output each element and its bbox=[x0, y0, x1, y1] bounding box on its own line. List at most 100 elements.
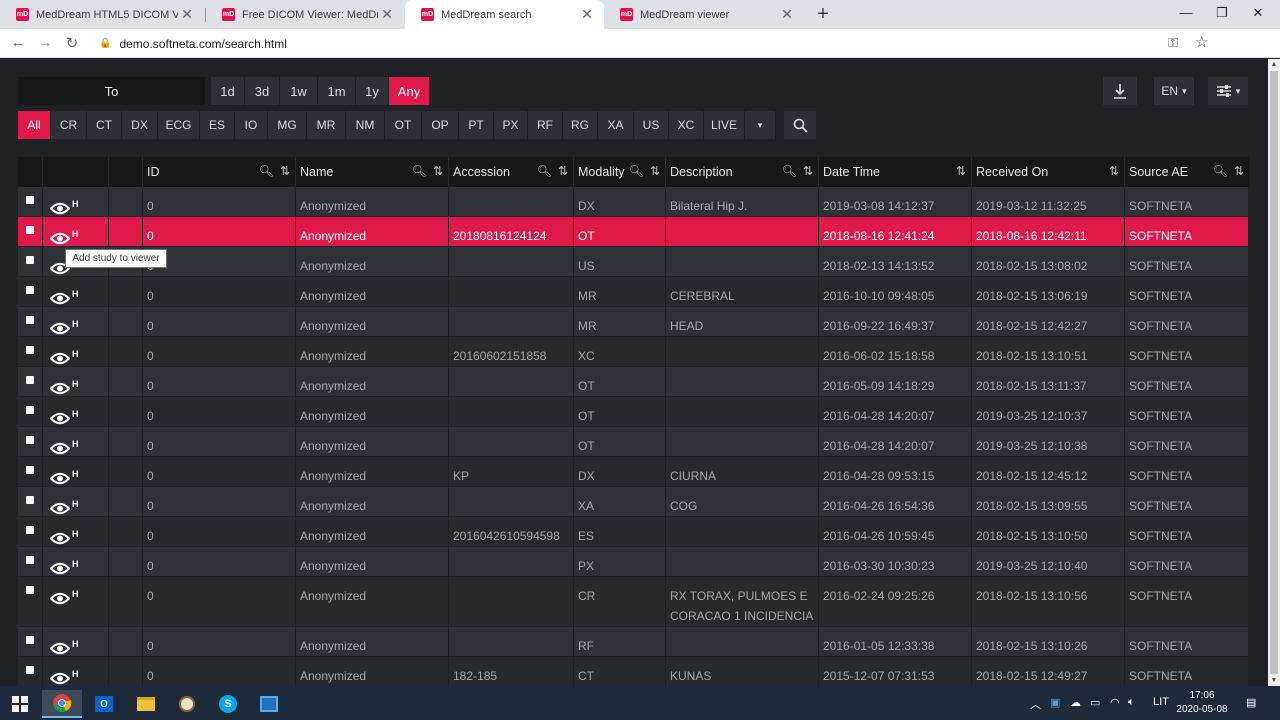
browser-tab[interactable]: mD Free DICOM Viewer: MedDream HTML5 ✕ bbox=[206, 0, 404, 29]
back-icon[interactable]: ← bbox=[9, 34, 27, 51]
sort-icon[interactable]: ⇅ bbox=[1234, 164, 1244, 178]
row-checkbox[interactable] bbox=[26, 556, 34, 564]
star-icon[interactable]: ☆ bbox=[1195, 33, 1208, 51]
header-name[interactable]: Name 🔍︎ ⇅ bbox=[296, 157, 449, 187]
row-checkbox[interactable] bbox=[26, 586, 34, 594]
add-to-viewer-button[interactable]: H bbox=[50, 494, 79, 515]
browser-tab[interactable]: mD MedDream viewer ✕ bbox=[604, 0, 804, 29]
tray-wifi-icon[interactable]: ◠ bbox=[1110, 696, 1120, 709]
sort-icon[interactable]: ⇅ bbox=[558, 164, 568, 178]
reload-icon[interactable]: ↻ bbox=[63, 34, 81, 52]
key-icon[interactable]: ⚿ bbox=[1168, 35, 1178, 51]
add-to-viewer-button[interactable]: H bbox=[50, 374, 79, 395]
table-row[interactable]: H 0 Anonymized PX 2016-03-30 10:30:23 2019-03… bbox=[18, 547, 1249, 577]
modality-nm-button[interactable]: NM bbox=[346, 111, 384, 139]
browser-tab-active[interactable]: mD MedDream search ✕ bbox=[405, 0, 604, 29]
row-checkbox[interactable] bbox=[26, 346, 34, 354]
sort-icon[interactable]: ⇅ bbox=[803, 164, 813, 178]
new-tab-button[interactable]: + bbox=[813, 3, 833, 26]
add-to-viewer-button[interactable]: H bbox=[50, 194, 79, 215]
tray-chevron-up-icon[interactable]: ︿ bbox=[1030, 696, 1041, 712]
header-date-time[interactable]: Date Time ⇅ bbox=[819, 157, 972, 187]
add-to-viewer-button[interactable]: H bbox=[50, 584, 79, 605]
add-to-viewer-button[interactable]: H bbox=[50, 464, 79, 485]
row-checkbox[interactable] bbox=[26, 406, 34, 414]
table-row[interactable]: H 0 Anonymized MR CEREBRAL 2016-10-10 09:48:0… bbox=[18, 277, 1249, 307]
table-row[interactable]: H 0 Anonymized MR HEAD 2016-09-22 16:49:37 201… bbox=[18, 307, 1249, 337]
browser-tab[interactable]: mD MedDream HTML5 DICOM Viewer ✕ bbox=[0, 0, 204, 29]
language-select[interactable]: EN ▾ bbox=[1154, 77, 1194, 105]
add-to-viewer-button[interactable]: H bbox=[50, 284, 79, 305]
scroll-up-icon[interactable]: ▲ bbox=[1268, 61, 1280, 68]
table-row[interactable]: H 0 Anonymized 20180816124124 OT 2018-08-16 1… bbox=[18, 217, 1249, 247]
modality-xc-button[interactable]: XC bbox=[669, 111, 703, 139]
add-to-viewer-button[interactable]: H bbox=[50, 344, 79, 365]
modality-px-button[interactable]: PX bbox=[494, 111, 527, 139]
add-to-viewer-button[interactable]: H bbox=[50, 404, 79, 425]
row-checkbox[interactable] bbox=[26, 436, 34, 444]
search-icon[interactable]: 🔍︎ bbox=[782, 164, 797, 178]
modality-cr-button[interactable]: CR bbox=[51, 111, 86, 139]
range-1y-button[interactable]: 1y bbox=[356, 77, 388, 105]
modality-op-button[interactable]: OP bbox=[422, 111, 458, 139]
lock-icon[interactable]: 🔒 bbox=[99, 38, 111, 49]
table-row[interactable]: H0AnonymizedUS2018-02-13 14:13:522018-02… bbox=[18, 247, 1249, 277]
modality-io-button[interactable]: IO bbox=[235, 111, 267, 139]
modality-mr-button[interactable]: MR bbox=[307, 111, 345, 139]
row-checkbox[interactable] bbox=[26, 226, 34, 234]
close-tab-icon[interactable]: ✕ bbox=[178, 6, 196, 23]
row-checkbox[interactable] bbox=[26, 636, 34, 644]
modality-rf-button[interactable]: RF bbox=[528, 111, 562, 139]
table-row[interactable]: H 0 Anonymized DX Bilateral Hip J. 2019-03-08… bbox=[18, 187, 1249, 217]
add-to-viewer-button[interactable]: H bbox=[50, 664, 79, 685]
forward-icon[interactable]: → bbox=[36, 34, 54, 51]
table-row[interactable]: H 0 Anonymized XA COG 2016-04-26 16:54:36 2018… bbox=[18, 487, 1249, 517]
add-to-viewer-button[interactable]: H bbox=[50, 434, 79, 455]
range-1w-button[interactable]: 1w bbox=[280, 77, 317, 105]
header-received-on[interactable]: Received On ⇅ bbox=[972, 157, 1125, 187]
modality-live-button[interactable]: LIVE bbox=[704, 111, 744, 139]
range-3d-button[interactable]: 3d bbox=[245, 77, 279, 105]
notifications-icon[interactable]: ▤ bbox=[1246, 696, 1256, 709]
maximize-window-icon[interactable]: ❐ bbox=[1212, 5, 1232, 21]
close-tab-icon[interactable]: ✕ bbox=[578, 6, 596, 23]
table-row[interactable]: H 0 Anonymized OT 2016-05-09 14:18:29 2018-02… bbox=[18, 367, 1249, 397]
scroll-down-icon[interactable]: ▼ bbox=[1268, 677, 1280, 684]
range-1m-button[interactable]: 1m bbox=[318, 77, 355, 105]
modality-all-button[interactable]: All bbox=[18, 111, 50, 139]
add-to-viewer-button[interactable]: H bbox=[50, 634, 79, 655]
explorer-icon[interactable] bbox=[126, 690, 166, 718]
sort-icon[interactable]: ⇅ bbox=[956, 164, 966, 178]
table-row[interactable]: H 0 Anonymized OT 2016-04-28 14:20:07 2019-03… bbox=[18, 427, 1249, 457]
page-scrollbar[interactable]: ▲ ▼ bbox=[1268, 59, 1280, 686]
row-checkbox[interactable] bbox=[26, 526, 34, 534]
scrollbar-thumb[interactable] bbox=[1270, 71, 1278, 674]
row-checkbox[interactable] bbox=[26, 666, 34, 674]
row-checkbox[interactable] bbox=[26, 286, 34, 294]
add-to-viewer-button[interactable]: H bbox=[50, 224, 79, 245]
modality-mg-button[interactable]: MG bbox=[268, 111, 306, 139]
tray-battery-icon[interactable]: ▭ bbox=[1090, 696, 1100, 709]
sort-icon[interactable]: ⇅ bbox=[650, 164, 660, 178]
table-row[interactable]: H 0 Anonymized RF 2016-01-05 12:33:38 2018-02… bbox=[18, 627, 1249, 657]
header-source-ae[interactable]: Source AE 🔍︎ ⇅ bbox=[1125, 157, 1249, 187]
search-icon[interactable]: 🔍︎ bbox=[259, 164, 274, 178]
chrome-icon[interactable] bbox=[42, 690, 82, 718]
search-icon[interactable]: 🔍︎ bbox=[412, 164, 427, 178]
modality-xa-button[interactable]: XA bbox=[598, 111, 633, 139]
tray-language[interactable]: LIT bbox=[1153, 696, 1169, 708]
modality-rg-button[interactable]: RG bbox=[563, 111, 597, 139]
taskbar-clock[interactable]: 17:06 2020-05-08 bbox=[1172, 689, 1232, 717]
row-checkbox[interactable] bbox=[26, 196, 34, 204]
sort-icon[interactable]: ⇅ bbox=[433, 164, 443, 178]
minimize-window-icon[interactable]: — bbox=[1176, 5, 1196, 20]
close-tab-icon[interactable]: ✕ bbox=[778, 6, 796, 23]
close-tab-icon[interactable]: ✕ bbox=[378, 6, 396, 23]
modality-pt-button[interactable]: PT bbox=[459, 111, 493, 139]
date-to-field[interactable]: To bbox=[18, 77, 205, 105]
settings-button[interactable]: ▾ bbox=[1208, 77, 1248, 105]
header-accession[interactable]: Accession 🔍︎ ⇅ bbox=[449, 157, 574, 187]
table-row[interactable]: H 0 Anonymized 20160602151858 XC 2016-06-02 1… bbox=[18, 337, 1249, 367]
modality-us-button[interactable]: US bbox=[634, 111, 668, 139]
search-button[interactable] bbox=[784, 111, 816, 139]
